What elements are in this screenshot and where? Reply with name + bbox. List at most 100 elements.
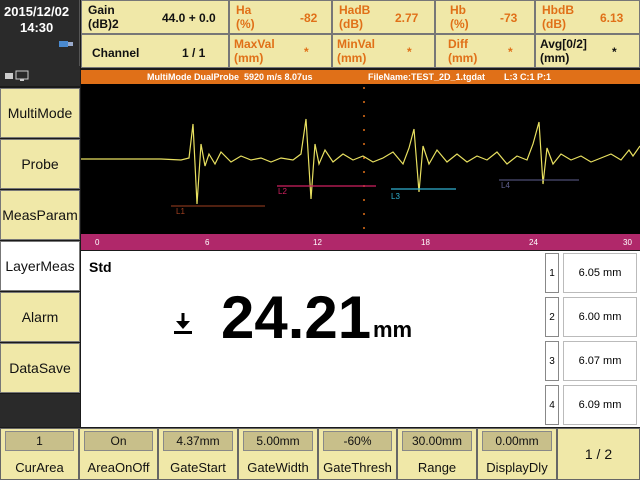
menu-datasave[interactable]: DataSave bbox=[0, 343, 80, 393]
ruler-label-24: 24 bbox=[529, 238, 538, 247]
gatestart-value: 4.37mm bbox=[163, 431, 233, 451]
param-minval[interactable]: MinVal (mm) * bbox=[332, 34, 435, 68]
clock-panel: 2015/12/02 14:30 bbox=[0, 0, 80, 66]
param-gain-value: 44.0 + 0.0 bbox=[162, 11, 216, 25]
measure-value: 24.21 bbox=[221, 284, 372, 351]
measure-mode-label: Std bbox=[89, 259, 112, 275]
grid-markers bbox=[363, 87, 365, 229]
param-avg[interactable]: Avg[0/2] (mm) * bbox=[535, 34, 640, 68]
gate-cursors: L1 L2 L3 L4 bbox=[171, 179, 579, 216]
cursor-l2: L2 bbox=[278, 187, 287, 196]
param-diff-value: * bbox=[508, 45, 513, 59]
status-bar: MultiMode DualProbe 5920 m/s 8.07us File… bbox=[81, 70, 640, 84]
param-hbdb-label: HbdB (dB) bbox=[542, 3, 574, 31]
bottom-gatethresh[interactable]: -60% GateThresh bbox=[318, 428, 397, 480]
menu-layermeas[interactable]: LayerMeas bbox=[0, 241, 80, 291]
range-label: Range bbox=[417, 460, 457, 475]
cursor-l1: L1 bbox=[176, 207, 185, 216]
time-text: 14:30 bbox=[20, 20, 54, 35]
date-text: 2015/12/02 bbox=[4, 4, 70, 19]
gatethresh-value: -60% bbox=[323, 431, 392, 451]
layer-row-3[interactable]: 3 6.07 mm bbox=[543, 339, 640, 383]
layer-number: 2 bbox=[545, 297, 559, 337]
menu-probe[interactable]: Probe bbox=[0, 139, 80, 189]
param-hadb-label: HadB (dB) bbox=[339, 3, 371, 31]
status-file: FileName:TEST_2D_1.tgdat bbox=[368, 72, 486, 82]
param-avg-label: Avg[0/2] (mm) bbox=[540, 37, 587, 65]
ruler-label-18: 18 bbox=[421, 238, 430, 247]
ruler-label-30: 30 bbox=[623, 238, 632, 247]
depth-ruler: 0 6 12 18 24 30 bbox=[81, 234, 640, 250]
bottom-displaydly[interactable]: 0.00mm DisplayDly bbox=[477, 428, 557, 480]
measurement-panel: Std 24.21 mm bbox=[81, 251, 543, 427]
waveform-display[interactable]: L1 L2 L3 L4 bbox=[81, 84, 640, 234]
ruler-label-12: 12 bbox=[313, 238, 322, 247]
param-gain[interactable]: Gain (dB)2 44.0 + 0.0 bbox=[81, 0, 229, 34]
measure-unit: mm bbox=[373, 317, 413, 342]
gatewidth-label: GateWidth bbox=[247, 460, 309, 475]
thickness-arrow-icon bbox=[174, 313, 192, 334]
param-hbdb-value: 6.13 bbox=[600, 11, 624, 25]
layer-row-4[interactable]: 4 6.09 mm bbox=[543, 383, 640, 427]
menu-alarm[interactable]: Alarm bbox=[0, 292, 80, 342]
status-mode: MultiMode DualProbe bbox=[147, 72, 239, 82]
menu-spacer bbox=[0, 394, 80, 427]
system-icons bbox=[0, 66, 80, 86]
menu-measparam[interactable]: MeasParam bbox=[0, 190, 80, 240]
layer-value: 6.09 mm bbox=[563, 385, 637, 425]
page-indicator[interactable]: 1 / 2 bbox=[557, 428, 640, 480]
status-layer: L:3 C:1 P:1 bbox=[504, 72, 552, 82]
curarea-value: 1 bbox=[5, 431, 74, 451]
param-hadb-value: 2.77 bbox=[395, 11, 419, 25]
gatethresh-label: GateThresh bbox=[323, 460, 392, 475]
param-channel-label: Channel bbox=[92, 46, 140, 60]
param-minval-value: * bbox=[407, 45, 412, 59]
layer-list: 1 6.05 mm 2 6.00 mm 3 6.07 mm 4 6.09 mm bbox=[543, 251, 640, 427]
param-ha-value: -82 bbox=[300, 11, 318, 25]
param-minval-label: MinVal (mm) bbox=[337, 37, 376, 65]
menu-multimode[interactable]: MultiMode bbox=[0, 88, 80, 138]
param-diff[interactable]: Diff (mm) * bbox=[435, 34, 535, 68]
cursor-l3: L3 bbox=[391, 192, 400, 201]
param-hadb[interactable]: HadB (dB) 2.77 bbox=[332, 0, 435, 34]
layer-number: 3 bbox=[545, 341, 559, 381]
param-maxval-label: MaxVal (mm) bbox=[234, 37, 275, 65]
layer-value: 6.05 mm bbox=[563, 253, 637, 293]
areaonoff-label: AreaOnOff bbox=[87, 460, 150, 475]
battery-monitor-icon bbox=[5, 70, 29, 81]
param-gain-label: Gain (dB)2 bbox=[88, 3, 119, 31]
param-diff-label: Diff (mm) bbox=[448, 37, 478, 65]
layer-row-2[interactable]: 2 6.00 mm bbox=[543, 295, 640, 339]
status-velocity: 5920 m/s 8.07us bbox=[244, 72, 313, 82]
gatewidth-value: 5.00mm bbox=[243, 431, 313, 451]
param-avg-value: * bbox=[612, 45, 617, 59]
layer-value: 6.07 mm bbox=[563, 341, 637, 381]
param-hbdb[interactable]: HbdB (dB) 6.13 bbox=[535, 0, 640, 34]
bottom-curarea[interactable]: 1 CurArea bbox=[0, 428, 79, 480]
ruler-label-6: 6 bbox=[205, 238, 210, 247]
ruler-label-0: 0 bbox=[95, 238, 100, 247]
param-hb-label: Hb (%) bbox=[450, 3, 469, 31]
waveform-trace bbox=[81, 118, 640, 205]
param-ha[interactable]: Ha (%) -82 bbox=[229, 0, 332, 34]
param-channel[interactable]: Channel 1 / 1 bbox=[81, 34, 229, 68]
gatestart-label: GateStart bbox=[170, 460, 226, 475]
areaonoff-value: On bbox=[84, 431, 153, 451]
layer-number: 1 bbox=[545, 253, 559, 293]
bottom-gatestart[interactable]: 4.37mm GateStart bbox=[158, 428, 238, 480]
bottom-gatewidth[interactable]: 5.00mm GateWidth bbox=[238, 428, 318, 480]
param-maxval[interactable]: MaxVal (mm) * bbox=[229, 34, 332, 68]
layer-row-1[interactable]: 1 6.05 mm bbox=[543, 251, 640, 295]
curarea-label: CurArea bbox=[15, 460, 64, 475]
bottom-range[interactable]: 30.00mm Range bbox=[397, 428, 477, 480]
param-channel-value: 1 / 1 bbox=[182, 46, 206, 60]
param-ha-label: Ha (%) bbox=[236, 3, 255, 31]
param-maxval-value: * bbox=[304, 45, 309, 59]
param-hb-value: -73 bbox=[500, 11, 518, 25]
usb-icon bbox=[59, 41, 73, 47]
displaydly-label: DisplayDly bbox=[486, 460, 548, 475]
range-value: 30.00mm bbox=[402, 431, 472, 451]
param-hb[interactable]: Hb (%) -73 bbox=[435, 0, 535, 34]
bottom-areaonoff[interactable]: On AreaOnOff bbox=[79, 428, 158, 480]
displaydly-value: 0.00mm bbox=[482, 431, 552, 451]
